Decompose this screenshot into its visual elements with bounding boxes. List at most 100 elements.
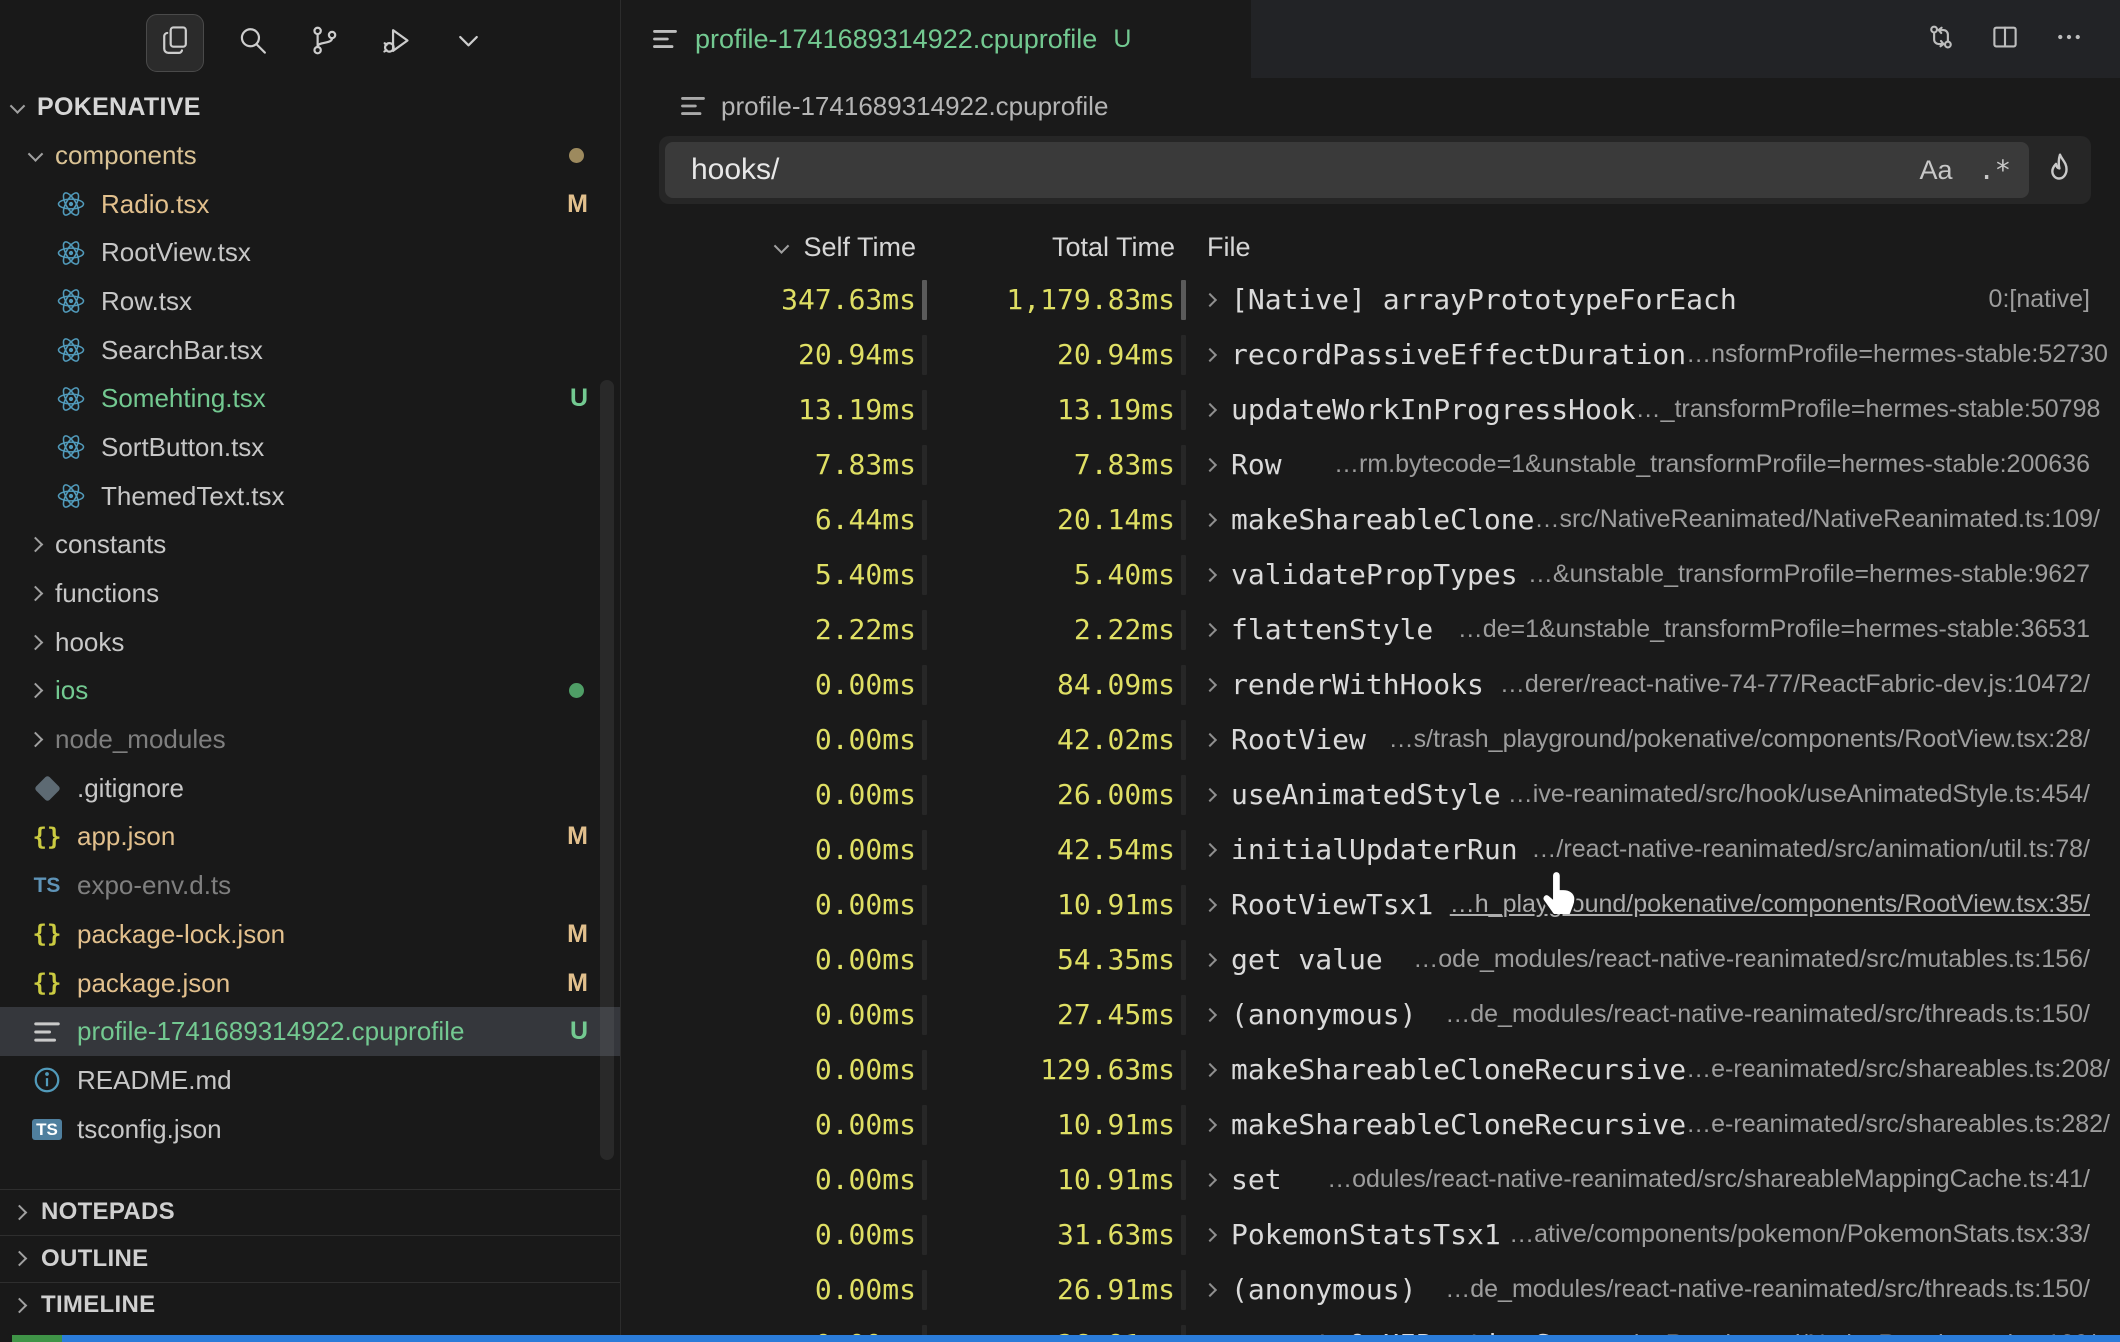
file-location-link[interactable]: …e-reanimated/src/shareables.ts:208/ — [1686, 1055, 2120, 1084]
profile-row[interactable]: 0.00ms54.35msget value…ode_modules/react… — [621, 932, 2120, 987]
activity-search-button[interactable] — [228, 19, 276, 67]
tree-file-sortbutton-tsx[interactable]: SortButton.tsx — [0, 423, 620, 472]
file-location-link[interactable]: …odules/react-native-reanimated/src/shar… — [1327, 1165, 2120, 1194]
expand-chevron-icon[interactable] — [1203, 567, 1217, 581]
profile-row[interactable]: 0.00ms10.91msRootViewTsx1…h_playground/p… — [621, 877, 2120, 932]
expand-chevron-icon[interactable] — [1203, 347, 1217, 361]
tree-file-searchbar-tsx[interactable]: SearchBar.tsx — [0, 326, 620, 375]
file-location-link[interactable]: …h_playground/pokenative/components/Root… — [1450, 890, 2120, 919]
file-location-link[interactable]: …ive-reanimated/src/hook/useAnimatedStyl… — [1508, 780, 2120, 809]
tree-file-readme-md[interactable]: README.md — [0, 1056, 620, 1105]
activity-source-control-button[interactable] — [300, 19, 348, 67]
tree-folder-ios[interactable]: ios — [0, 667, 620, 716]
panel-notepads[interactable]: NOTEPADS — [0, 1189, 620, 1236]
expand-chevron-icon[interactable] — [1203, 677, 1217, 691]
file-location-link[interactable]: …de_modules/react-native-reanimated/src/… — [1445, 1275, 2120, 1304]
tree-folder-constants[interactable]: constants — [0, 521, 620, 570]
profile-row[interactable]: 0.00ms31.63msPokemonStatsTsx1…ative/comp… — [621, 1207, 2120, 1262]
profile-row[interactable]: 5.40ms5.40msvalidatePropTypes…&unstable_… — [621, 547, 2120, 602]
file-location-link[interactable]: …s/trash_playground/pokenative/component… — [1389, 725, 2120, 754]
file-location-link[interactable]: …de_modules/react-native-reanimated/src/… — [1445, 1000, 2120, 1029]
regex-toggle[interactable]: .* — [1978, 155, 2011, 186]
profile-row[interactable]: 0.00ms27.45ms(anonymous)…de_modules/reac… — [621, 987, 2120, 1042]
tree-file-tsconfig-json[interactable]: TStsconfig.json — [0, 1105, 620, 1154]
file-location-link[interactable]: …_transformProfile=hermes-stable:50798 — [1636, 395, 2120, 424]
tree-folder-components[interactable]: components — [0, 131, 620, 180]
expand-chevron-icon[interactable] — [1203, 292, 1217, 306]
tree-file-somehting-tsx[interactable]: Somehting.tsxU — [0, 374, 620, 423]
tab-cpuprofile[interactable]: profile-1741689314922.cpuprofile U — [621, 0, 1251, 78]
expand-chevron-icon[interactable] — [1203, 842, 1217, 856]
profile-row[interactable]: 0.00ms84.09msrenderWithHooks…derer/react… — [621, 657, 2120, 712]
column-file[interactable]: File — [1191, 222, 2120, 272]
expand-chevron-icon[interactable] — [1203, 952, 1217, 966]
expand-chevron-icon[interactable] — [1203, 732, 1217, 746]
profile-row[interactable]: 20.94ms20.94msrecordPassiveEffectDuratio… — [621, 327, 2120, 382]
column-self-time[interactable]: Self Time — [621, 222, 916, 272]
tree-file-profile-1741689314922-cpuprofile[interactable]: profile-1741689314922.cpuprofileU — [0, 1007, 620, 1056]
expand-chevron-icon[interactable] — [1203, 622, 1217, 636]
file-location-link[interactable]: …ode_modules/react-native-reanimated/src… — [1413, 945, 2120, 974]
tree-file-themedtext-tsx[interactable]: ThemedText.tsx — [0, 472, 620, 521]
tree-file--gitignore[interactable]: .gitignore — [0, 764, 620, 813]
activity-debug-button[interactable] — [372, 19, 420, 67]
expand-chevron-icon[interactable] — [1203, 1062, 1217, 1076]
breadcrumb[interactable]: profile-1741689314922.cpuprofile — [621, 78, 2120, 134]
expand-chevron-icon[interactable] — [1203, 512, 1217, 526]
flame-graph-toggle[interactable] — [2029, 151, 2091, 190]
profile-row[interactable]: 0.00ms42.02msRootView…s/trash_playground… — [621, 712, 2120, 767]
split-editor-icon[interactable] — [1990, 22, 2020, 57]
profile-row[interactable]: 13.19ms13.19msupdateWorkInProgressHook…_… — [621, 382, 2120, 437]
tree-file-rootview-tsx[interactable]: RootView.tsx — [0, 228, 620, 277]
match-case-toggle[interactable]: Aa — [1919, 155, 1952, 186]
profile-row[interactable]: 2.22ms2.22msflattenStyle…de=1&unstable_t… — [621, 602, 2120, 657]
tree-file-expo-env-d-ts[interactable]: TSexpo-env.d.ts — [0, 861, 620, 910]
expand-chevron-icon[interactable] — [1203, 402, 1217, 416]
file-location-link[interactable]: …src/NativeReanimated/NativeReanimated.t… — [1534, 505, 2120, 534]
tree-file-package-lock-json[interactable]: {}package-lock.jsonM — [0, 910, 620, 959]
file-location-link[interactable]: …/react-native-reanimated/src/animation/… — [1531, 835, 2120, 864]
expand-chevron-icon[interactable] — [1203, 1227, 1217, 1241]
profile-row[interactable]: 0.00ms129.63msmakeShareableCloneRecursiv… — [621, 1042, 2120, 1097]
activity-chevron-down-button[interactable] — [444, 19, 492, 67]
profile-row[interactable]: 0.00ms10.91msmakeShareableCloneRecursive… — [621, 1097, 2120, 1152]
expand-chevron-icon[interactable] — [1203, 457, 1217, 471]
tree-file-package-json[interactable]: {}package.jsonM — [0, 959, 620, 1008]
file-location-link[interactable]: …rm.bytecode=1&unstable_transformProfile… — [1334, 450, 2120, 479]
profile-row[interactable]: 347.63ms1,179.83ms[Native] arrayPrototyp… — [621, 272, 2120, 327]
file-location-link[interactable]: …derer/react-native-74-77/ReactFabric-de… — [1500, 670, 2120, 699]
filter-input[interactable] — [689, 152, 1893, 188]
more-actions-icon[interactable] — [2054, 22, 2084, 57]
file-location-link[interactable]: …de=1&unstable_transformProfile=hermes-s… — [1458, 615, 2120, 644]
profile-row[interactable]: 0.00ms10.91msset…odules/react-native-rea… — [621, 1152, 2120, 1207]
expand-chevron-icon[interactable] — [1203, 1282, 1217, 1296]
profile-row[interactable]: 0.00ms26.00msuseAnimatedStyle…ive-reanim… — [621, 767, 2120, 822]
tree-folder-node-modules[interactable]: node_modules — [0, 715, 620, 764]
panel-timeline[interactable]: TIMELINE — [0, 1282, 620, 1329]
expand-chevron-icon[interactable] — [1203, 897, 1217, 911]
tree-file-row-tsx[interactable]: Row.tsx — [0, 277, 620, 326]
expand-chevron-icon[interactable] — [1203, 787, 1217, 801]
file-location-link[interactable]: …e-reanimated/src/shareables.ts:282/ — [1686, 1110, 2120, 1139]
sidebar-scrollbar[interactable] — [600, 380, 614, 1160]
tree-file-app-json[interactable]: {}app.jsonM — [0, 813, 620, 862]
file-location-link[interactable]: …ative/components/pokemon/PokemonStats.t… — [1509, 1220, 2120, 1249]
profile-row[interactable]: 0.00ms26.91ms(anonymous)…de_modules/reac… — [621, 1262, 2120, 1317]
tree-folder-functions[interactable]: functions — [0, 569, 620, 618]
file-location-link[interactable]: 0:[native] — [1989, 285, 2120, 314]
expand-chevron-icon[interactable] — [1203, 1117, 1217, 1131]
panel-outline[interactable]: OUTLINE — [0, 1235, 620, 1282]
file-location-link[interactable]: …nsformProfile=hermes-stable:52730 — [1686, 340, 2120, 369]
compare-changes-icon[interactable] — [1926, 22, 1956, 57]
tree-file-radio-tsx[interactable]: Radio.tsxM — [0, 180, 620, 229]
tree-folder-hooks[interactable]: hooks — [0, 618, 620, 667]
profile-row[interactable]: 7.83ms7.83msRow…rm.bytecode=1&unstable_t… — [621, 437, 2120, 492]
file-location-link[interactable]: …&unstable_transformProfile=hermes-stabl… — [1528, 560, 2120, 589]
column-total-time[interactable]: Total Time — [932, 222, 1175, 272]
profile-row[interactable]: 0.00ms42.54msinitialUpdaterRun…/react-na… — [621, 822, 2120, 877]
expand-chevron-icon[interactable] — [1203, 1172, 1217, 1186]
project-root-header[interactable]: POKENATIVE — [0, 83, 632, 131]
expand-chevron-icon[interactable] — [1203, 1007, 1217, 1021]
profile-row[interactable]: 6.44ms20.14msmakeShareableClone…src/Nati… — [621, 492, 2120, 547]
activity-explorer-button[interactable] — [146, 14, 204, 72]
